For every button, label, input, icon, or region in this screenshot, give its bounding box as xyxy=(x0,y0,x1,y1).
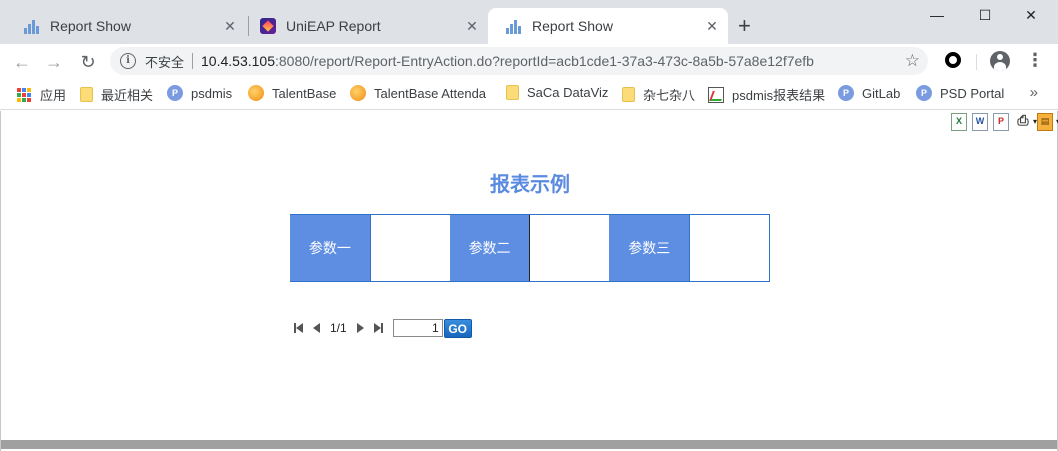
psd-icon: P xyxy=(916,85,932,101)
apps-icon xyxy=(16,87,32,103)
param-value-1[interactable] xyxy=(369,215,450,281)
tab-report-show-active[interactable]: Report Show ✕ xyxy=(488,8,728,44)
back-button[interactable]: ← xyxy=(10,50,34,74)
bookmark-saca-dataviz[interactable]: SaCa DataViz xyxy=(506,85,608,100)
new-tab-button[interactable]: + xyxy=(738,14,751,38)
param-value-2[interactable] xyxy=(529,215,610,281)
psd-icon: P xyxy=(838,85,854,101)
pager: 1/1 1 GO xyxy=(294,318,472,338)
report-toolbar: X W P ⎙ ▤ xyxy=(951,113,1058,131)
bookmark-label: 杂七杂八 xyxy=(643,88,696,103)
page-info: 1/1 xyxy=(330,321,347,335)
tab-unieap-report[interactable]: UniEAP Report ✕ xyxy=(242,8,488,44)
talentbase-icon xyxy=(350,85,366,101)
folder-icon xyxy=(506,85,519,100)
report-title: 报表示例 xyxy=(490,172,570,196)
bookmark-talentbase-attendance[interactable]: TalentBase Attenda xyxy=(350,85,492,101)
go-button[interactable]: GO xyxy=(443,318,472,338)
tab-title: Report Show xyxy=(50,18,131,34)
param-label-3: 参数三 xyxy=(609,215,690,281)
menu-icon[interactable]: ⋮ xyxy=(1026,51,1044,69)
psd-icon: P xyxy=(167,85,183,101)
bookmark-talentbase[interactable]: TalentBase xyxy=(248,85,336,101)
bookmark-label: GitLab xyxy=(862,85,901,101)
account-avatar-icon[interactable] xyxy=(990,51,1010,71)
divider xyxy=(976,54,977,70)
bookmark-label: PSD Portal xyxy=(940,85,1005,101)
url-path: :8080/report/Report-EntryAction.do?repor… xyxy=(274,53,814,69)
address-bar[interactable]: i 不安全 10.4.53.105 :8080/report/Report-En… xyxy=(110,47,928,75)
tab-report-show-1[interactable]: Report Show ✕ xyxy=(6,8,246,44)
bookmark-label: psdmis报表结果 xyxy=(732,88,826,103)
extension-ring-icon[interactable] xyxy=(945,52,961,68)
tab-close-icon[interactable]: ✕ xyxy=(222,18,238,34)
bookmark-psdmis-report[interactable]: psdmis报表结果 xyxy=(708,85,825,104)
bookmark-folder-recent[interactable]: 最近相关 xyxy=(80,85,153,104)
browser-toolbar: ← → ↻ i 不安全 10.4.53.105 :8080/report/Rep… xyxy=(0,44,1058,78)
next-page-icon[interactable] xyxy=(356,323,364,333)
bookmark-psd-portal[interactable]: P PSD Portal xyxy=(916,85,1004,101)
tab-close-icon[interactable]: ✕ xyxy=(704,18,720,34)
page-number-input[interactable]: 1 xyxy=(392,319,443,337)
folder-icon xyxy=(622,87,635,102)
bookmark-label: TalentBase xyxy=(272,85,337,101)
param-label-2: 参数二 xyxy=(449,215,530,281)
minimize-button[interactable]: — xyxy=(914,4,960,26)
export-pdf-icon[interactable]: P xyxy=(993,113,1009,131)
last-page-icon[interactable] xyxy=(373,323,383,333)
bookmark-label: TalentBase Attenda xyxy=(374,85,487,101)
security-label: 不安全 xyxy=(145,54,185,70)
close-window-button[interactable]: ✕ xyxy=(1008,4,1054,26)
param-label-1: 参数一 xyxy=(290,215,370,281)
info-icon[interactable]: i xyxy=(120,53,136,69)
bookmarks-overflow-icon[interactable]: » xyxy=(1030,84,1038,101)
url-host: 10.4.53.105 xyxy=(201,53,275,69)
maximize-button[interactable]: ☐ xyxy=(962,4,1008,26)
export-excel-icon[interactable]: X xyxy=(951,113,967,131)
bookmark-apps[interactable]: 应用 xyxy=(16,85,66,104)
bookmark-misc[interactable]: 杂七杂八 xyxy=(622,85,695,104)
export-menu-icon[interactable]: ▤ xyxy=(1037,113,1058,131)
print-icon[interactable]: ⎙ xyxy=(1014,113,1037,131)
report-favicon-icon xyxy=(24,18,40,34)
tab-close-icon[interactable]: ✕ xyxy=(464,18,480,34)
horizontal-scrollbar[interactable] xyxy=(1,440,1057,449)
divider xyxy=(192,53,194,69)
chart-icon xyxy=(708,86,724,103)
report-page: X W P ⎙ ▤ 报表示例 参数一 参数二 参数三 1/1 1 GO xyxy=(0,111,1058,451)
tab-title: Report Show xyxy=(532,18,613,34)
bookmark-psdmis[interactable]: P psdmis xyxy=(167,85,232,101)
unieap-favicon-icon xyxy=(260,18,276,34)
bookmark-label: 最近相关 xyxy=(101,88,154,103)
param-value-3[interactable] xyxy=(689,215,769,281)
prev-page-icon[interactable] xyxy=(313,323,320,333)
tab-strip: Report Show ✕ UniEAP Report ✕ Report Sho… xyxy=(0,0,1058,44)
reload-button[interactable]: ↻ xyxy=(76,50,100,74)
folder-icon xyxy=(80,87,93,102)
bookmarks-bar: 应用 最近相关 P psdmis TalentBase TalentBase A… xyxy=(0,78,1058,110)
bookmark-label: psdmis xyxy=(191,85,233,101)
export-word-icon[interactable]: W xyxy=(972,113,988,131)
tab-title: UniEAP Report xyxy=(286,18,381,34)
talentbase-icon xyxy=(248,85,264,101)
parameter-table: 参数一 参数二 参数三 xyxy=(290,214,770,282)
bookmark-label: 应用 xyxy=(40,88,67,103)
forward-button[interactable]: → xyxy=(42,50,66,74)
report-favicon-icon xyxy=(506,18,522,34)
bookmark-gitlab[interactable]: P GitLab xyxy=(838,85,900,101)
bookmark-label: SaCa DataViz xyxy=(527,85,609,100)
first-page-icon[interactable] xyxy=(294,323,303,333)
bookmark-star-icon[interactable]: ☆ xyxy=(905,51,920,71)
